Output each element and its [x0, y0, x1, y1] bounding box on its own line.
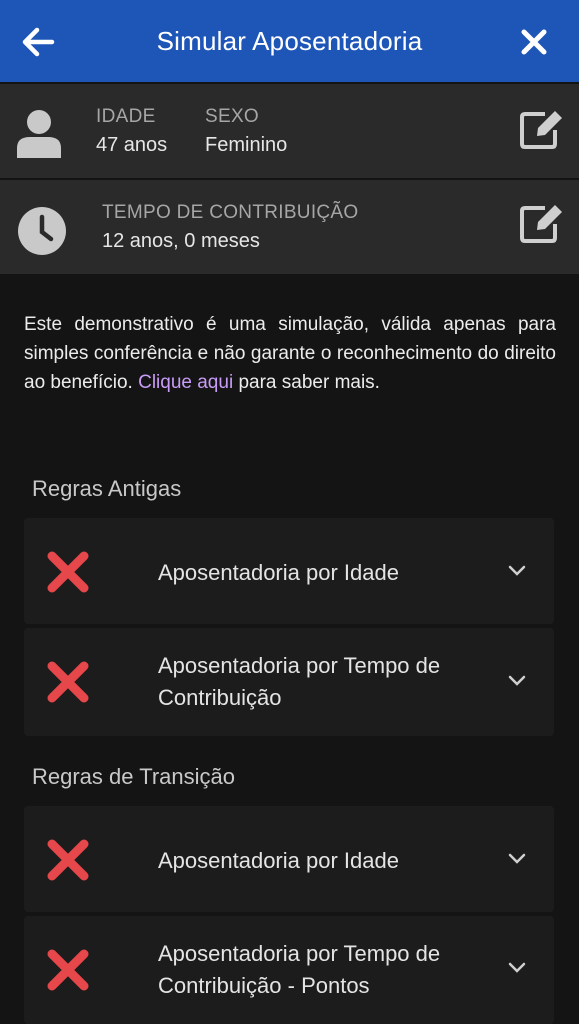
learn-more-link[interactable]: Clique aqui [138, 372, 233, 393]
rule-card[interactable]: Aposentadoria por Idade [24, 518, 554, 624]
age-value: 47 anos [96, 134, 168, 156]
page-title: Simular Aposentadoria [156, 25, 423, 56]
age-label: IDADE [96, 106, 156, 127]
rule-card[interactable]: Aposentadoria por Tempo de Contribuição … [24, 916, 554, 1024]
disclaimer-text: Este demonstrativo é uma simulação, váli… [24, 310, 556, 397]
rule-label: Aposentadoria por Idade [158, 848, 399, 873]
arrow-left-icon[interactable] [18, 22, 58, 62]
chevron-down-icon[interactable] [508, 565, 526, 577]
section-title-old-rules: Regras Antigas [32, 476, 182, 501]
rule-label: Aposentadoria por Idade [158, 560, 399, 585]
contribution-info-row: TEMPO DE CONTRIBUIÇÃO 12 anos, 0 meses [0, 180, 579, 274]
chevron-down-icon[interactable] [508, 962, 526, 974]
not-eligible-x-icon [47, 949, 89, 991]
not-eligible-x-icon [47, 551, 89, 593]
not-eligible-x-icon [47, 839, 89, 881]
contribution-value: 12 anos, 0 meses [102, 230, 260, 252]
app-header: Simular Aposentadoria [0, 0, 579, 82]
chevron-down-icon[interactable] [508, 675, 526, 687]
clock-icon [18, 207, 66, 255]
user-icon [17, 110, 61, 158]
disclaimer-tail: para saber mais. [233, 372, 380, 393]
sex-value: Feminino [205, 134, 288, 156]
rule-label: Aposentadoria por Tempo de Contribuição [158, 653, 441, 710]
edit-profile-icon[interactable] [519, 110, 563, 150]
not-eligible-x-icon [47, 661, 89, 703]
close-icon[interactable] [519, 27, 549, 57]
contribution-label: TEMPO DE CONTRIBUIÇÃO [102, 202, 359, 223]
rule-card[interactable]: Aposentadoria por Tempo de Contribuição [24, 628, 554, 736]
sex-label: SEXO [205, 106, 259, 127]
edit-contribution-icon[interactable] [519, 204, 563, 244]
profile-info-row: IDADE 47 anos SEXO Feminino [0, 84, 579, 178]
section-title-transition-rules: Regras de Transição [32, 764, 235, 789]
chevron-down-icon[interactable] [508, 853, 526, 865]
rule-card[interactable]: Aposentadoria por Idade [24, 806, 554, 912]
rule-label: Aposentadoria por Tempo de Contribuição … [158, 941, 441, 998]
